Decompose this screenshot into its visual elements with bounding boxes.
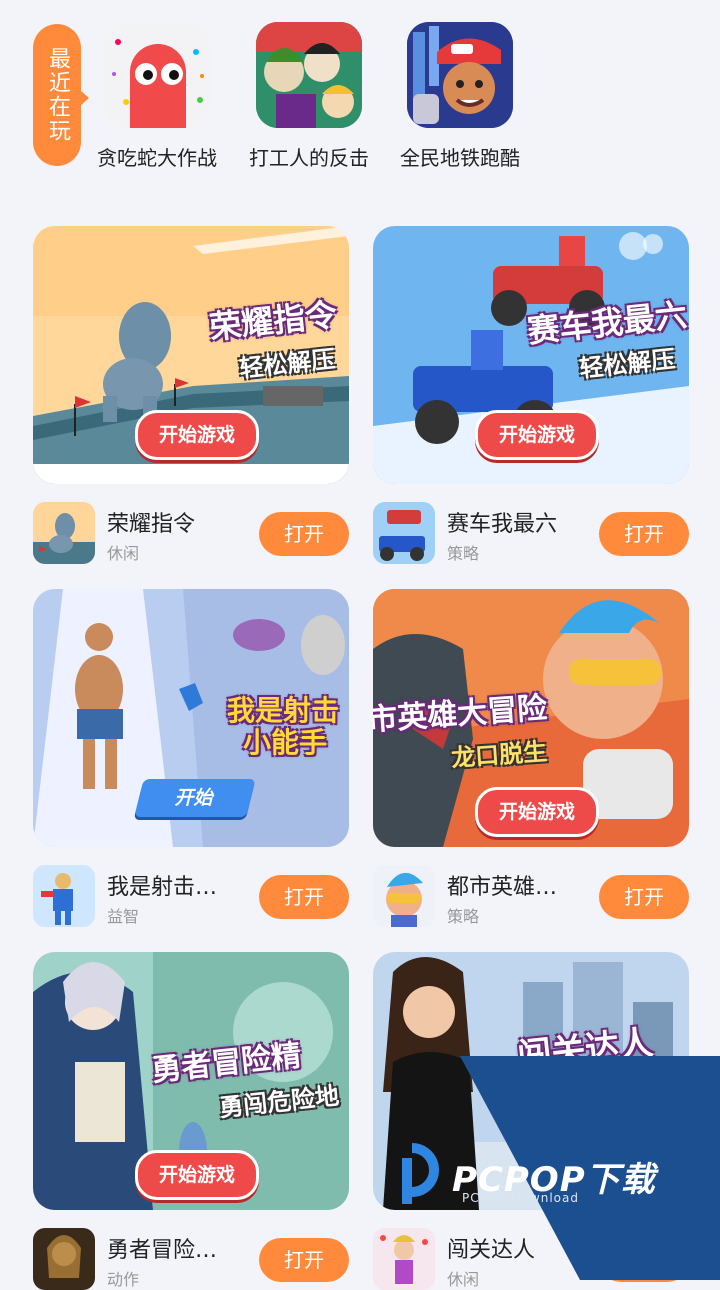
- worker-game-icon: [256, 22, 362, 128]
- game-info-row: 赛车我最六 策略 打开: [373, 502, 689, 564]
- recent-game-subway[interactable]: 全民地铁跑酷: [390, 22, 530, 171]
- recent-game-snake[interactable]: 贪吃蛇大作战: [87, 22, 227, 171]
- game-info-row: 勇者冒险… 动作 打开: [33, 1228, 349, 1290]
- game-category: 益智: [107, 907, 140, 926]
- recent-game-label: 贪吃蛇大作战: [97, 146, 217, 170]
- game-icon: [373, 1228, 435, 1290]
- start-game-button[interactable]: 开始游戏: [475, 787, 599, 837]
- game-card-banner[interactable]: 我是射击 小能手 开始: [33, 589, 349, 847]
- game-icon: [33, 865, 95, 927]
- game-card-banner[interactable]: 荣耀指令 轻松解压 开始游戏: [33, 226, 349, 484]
- game-category: 动作: [107, 1270, 140, 1289]
- open-button[interactable]: 打开: [259, 512, 349, 556]
- game-icon: [373, 865, 435, 927]
- start-game-button[interactable]: 开始游戏: [135, 410, 259, 460]
- game-icon: [33, 502, 95, 564]
- game-info-row: 荣耀指令 休闲 打开: [33, 502, 349, 564]
- start-game-button[interactable]: 开始游戏: [135, 1150, 259, 1200]
- recent-played-tag: 最近在玩: [33, 24, 89, 166]
- game-name: 勇者冒险…: [107, 1238, 218, 1263]
- open-button[interactable]: 打开: [259, 875, 349, 919]
- game-name: 我是射击…: [107, 875, 218, 900]
- game-category: 策略: [447, 907, 480, 926]
- game-card-banner[interactable]: 赛车我最六 轻松解压 开始游戏: [373, 226, 689, 484]
- game-icon: [373, 502, 435, 564]
- open-button[interactable]: 打开: [259, 1238, 349, 1282]
- game-info-row: 都市英雄… 策略 打开: [373, 865, 689, 927]
- game-category: 策略: [447, 544, 480, 563]
- banner-subtitle: 小能手: [243, 726, 328, 759]
- start-game-button[interactable]: 开始: [134, 779, 256, 817]
- watermark-subtext: PCPOP Download: [462, 1191, 579, 1205]
- game-card-banner[interactable]: 市英雄大冒险 龙口脱生 开始游戏: [373, 589, 689, 847]
- recent-game-label: 打工人的反击: [249, 146, 369, 170]
- game-category: 休闲: [107, 544, 140, 563]
- watermark-logo-icon: [402, 1143, 439, 1204]
- game-name: 赛车我最六: [447, 512, 558, 537]
- recent-game-label: 全民地铁跑酷: [400, 146, 520, 170]
- game-info-row: 我是射击… 益智 打开: [33, 865, 349, 927]
- start-game-button[interactable]: 开始游戏: [475, 410, 599, 460]
- game-icon: [33, 1228, 95, 1290]
- snake-game-icon: [104, 22, 210, 128]
- open-button[interactable]: 打开: [599, 512, 689, 556]
- game-name: 都市英雄…: [447, 875, 558, 900]
- open-button[interactable]: 打开: [599, 875, 689, 919]
- subway-game-icon: [407, 22, 513, 128]
- recent-game-worker[interactable]: 打工人的反击: [239, 22, 379, 171]
- game-name: 荣耀指令: [107, 512, 196, 537]
- game-card-banner[interactable]: 勇者冒险精 勇闯危险地 开始游戏: [33, 952, 349, 1210]
- banner-subtitle: 龙口脱生: [450, 737, 549, 773]
